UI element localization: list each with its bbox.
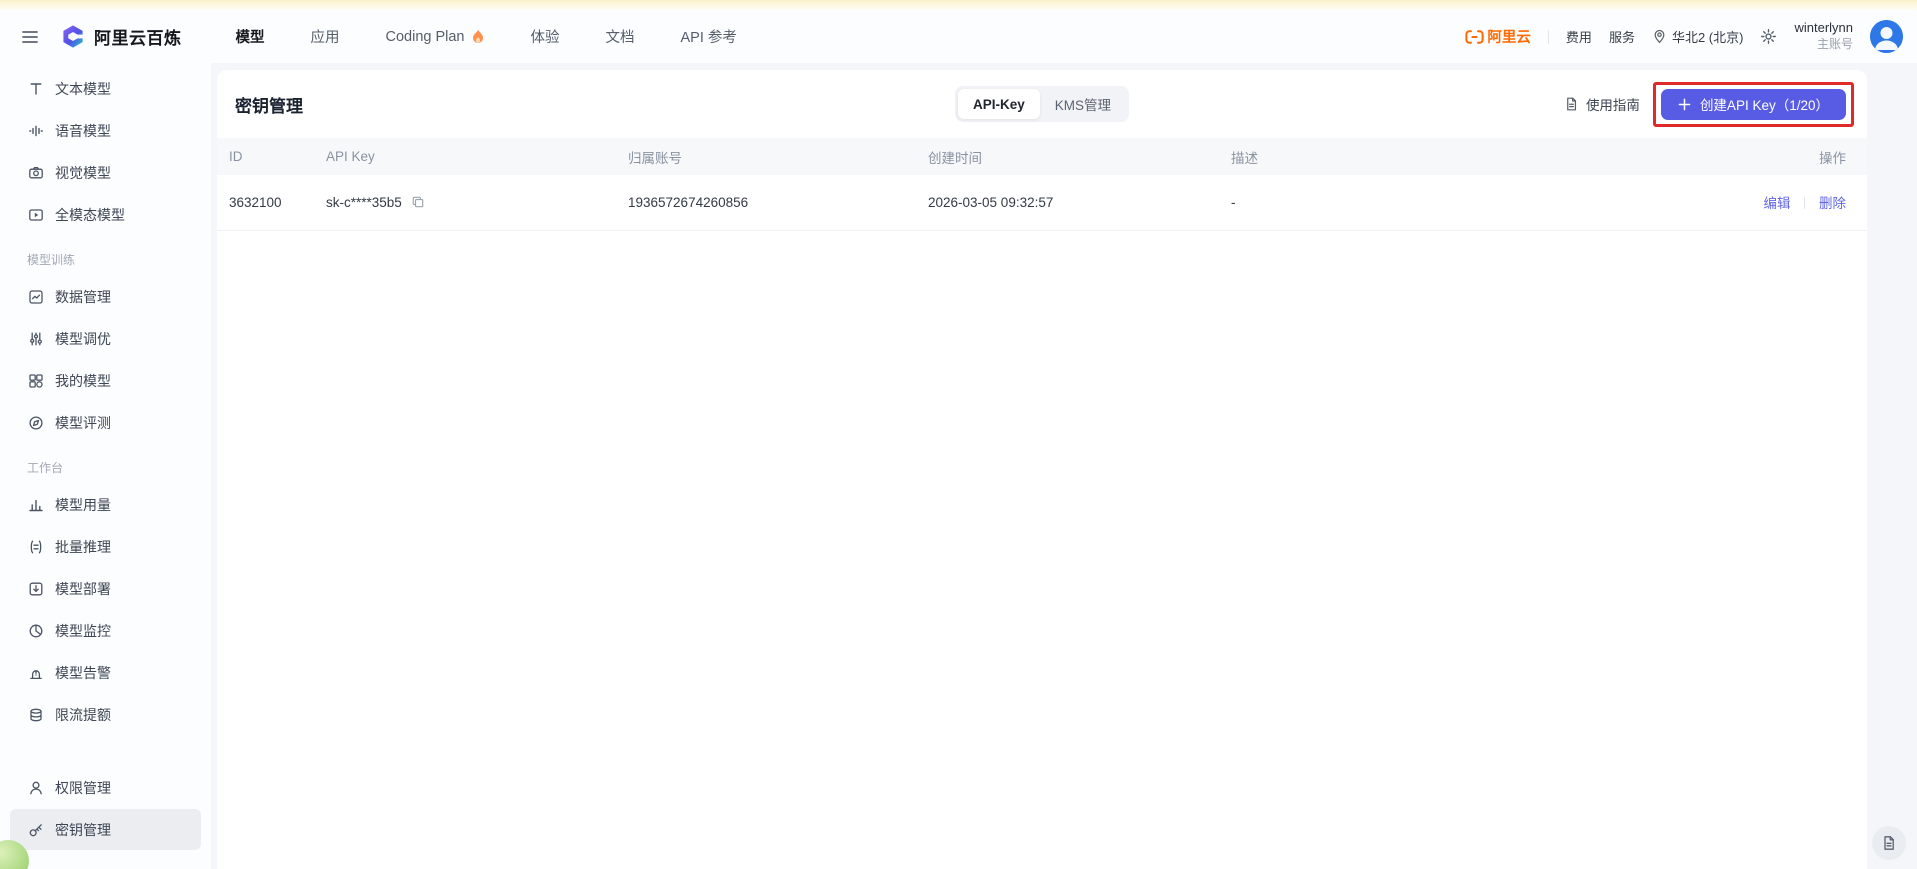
app-root: 阿里云百炼 模型 应用 Coding Plan 体验 文档 API 参考 阿里云…	[0, 0, 1917, 869]
region-selector[interactable]: 华北2 (北京)	[1652, 27, 1743, 46]
sidebar: 文本模型 语音模型 视觉模型 全模态模型 模型训练 数据管理 模型调优 我的模型…	[0, 63, 211, 869]
settings-gear-icon[interactable]	[1760, 28, 1777, 45]
sidebar-item-model-evaluation[interactable]: 模型评测	[10, 402, 201, 443]
user-name: winterlynn	[1794, 20, 1853, 36]
table-header: ID API Key 归属账号 创建时间 描述 操作	[217, 138, 1867, 175]
floating-doc-button[interactable]	[1872, 826, 1906, 860]
sidebar-item-key-management[interactable]: 密钥管理	[10, 809, 201, 850]
action-divider	[1804, 197, 1806, 210]
cell-account: 1936572674260856	[616, 175, 916, 231]
cell-description: -	[1219, 175, 1697, 231]
topbar-right: 阿里云 费用 服务 华北2 (北京) winterlynn 主账号	[1465, 20, 1903, 53]
key-icon	[27, 821, 44, 838]
app-title: 阿里云百炼	[94, 29, 182, 48]
aliyun-logo[interactable]: 阿里云	[1465, 26, 1531, 47]
bar-chart-icon	[27, 496, 44, 513]
person-icon	[27, 779, 44, 796]
cell-api-key: sk-c****35b5	[314, 175, 616, 231]
sidebar-item-model-usage[interactable]: 模型用量	[10, 484, 201, 525]
create-api-key-button[interactable]: 创建API Key（1/20）	[1660, 88, 1846, 120]
col-account: 归属账号	[616, 138, 916, 175]
nav-coding-plan[interactable]: Coding Plan	[386, 29, 485, 45]
sidebar-item-data-management[interactable]: 数据管理	[10, 276, 201, 317]
sidebar-item-model-monitoring[interactable]: 模型监控	[10, 610, 201, 651]
database-icon	[27, 706, 44, 723]
sidebar-group-workbench: 工作台	[27, 461, 64, 475]
body: 文本模型 语音模型 视觉模型 全模态模型 模型训练 数据管理 模型调优 我的模型…	[0, 63, 1917, 869]
header-actions: 使用指南 创建API Key（1/20）	[1564, 81, 1854, 127]
card-header: 密钥管理 API-Key KMS管理 使用指南 创建API Key（1/20）	[217, 70, 1867, 138]
cell-created: 2026-03-05 09:32:57	[916, 175, 1219, 231]
pie-chart-icon	[27, 622, 44, 639]
nav-models[interactable]: 模型	[236, 26, 265, 47]
sidebar-item-vision-model[interactable]: 视觉模型	[10, 152, 201, 193]
notification-banner-sliver	[0, 0, 1917, 10]
video-play-icon	[27, 206, 44, 223]
api-key-table: ID API Key 归属账号 创建时间 描述 操作 3632100 sk-c*…	[217, 138, 1867, 231]
primary-nav: 模型 应用 Coding Plan 体验 文档 API 参考	[236, 26, 737, 47]
tab-api-key[interactable]: API-Key	[957, 89, 1040, 119]
bailian-logo[interactable]: 阿里云百炼	[60, 24, 182, 50]
sidebar-item-permission-management[interactable]: 权限管理	[10, 767, 201, 808]
text-model-icon	[27, 80, 44, 97]
sidebar-item-model-deployment[interactable]: 模型部署	[10, 568, 201, 609]
copy-icon[interactable]	[411, 195, 425, 209]
billing-link[interactable]: 费用	[1566, 27, 1592, 46]
sliders-icon	[27, 330, 44, 347]
document-icon	[1564, 96, 1579, 112]
red-annotation-box: 创建API Key（1/20）	[1652, 81, 1854, 127]
cell-id: 3632100	[217, 175, 314, 231]
col-id: ID	[217, 138, 314, 175]
api-key-value: sk-c****35b5	[326, 194, 402, 210]
delete-link[interactable]: 删除	[1819, 196, 1846, 211]
alarm-icon	[27, 664, 44, 681]
plus-icon	[1678, 98, 1691, 111]
table-row: 3632100 sk-c****35b5 1936572674260856 20…	[217, 175, 1867, 231]
sidebar-item-model-tuning[interactable]: 模型调优	[10, 318, 201, 359]
hamburger-menu-icon[interactable]	[20, 26, 42, 48]
sidebar-group-model-training: 模型训练	[27, 253, 76, 267]
sidebar-item-rate-limits[interactable]: 限流提额	[10, 694, 201, 735]
services-link[interactable]: 服务	[1609, 27, 1635, 46]
avatar[interactable]	[1870, 20, 1903, 53]
key-management-card: 密钥管理 API-Key KMS管理 使用指南 创建API Key（1/20） …	[217, 70, 1867, 869]
camera-icon	[27, 164, 44, 181]
edit-link[interactable]: 编辑	[1763, 196, 1790, 211]
batch-braces-icon	[27, 538, 44, 555]
nav-api-reference[interactable]: API 参考	[681, 26, 737, 47]
col-description: 描述	[1219, 138, 1697, 175]
user-account[interactable]: winterlynn 主账号	[1794, 20, 1853, 52]
key-type-tabs: API-Key KMS管理	[954, 86, 1130, 122]
col-created: 创建时间	[916, 138, 1219, 175]
col-actions: 操作	[1697, 138, 1867, 175]
grid-icon	[27, 372, 44, 389]
topbar: 阿里云百炼 模型 应用 Coding Plan 体验 文档 API 参考 阿里云…	[0, 10, 1917, 63]
nav-playground[interactable]: 体验	[531, 26, 560, 47]
user-role: 主账号	[1816, 37, 1853, 52]
waveform-icon	[27, 122, 44, 139]
chart-box-icon	[27, 288, 44, 305]
content-area: 密钥管理 API-Key KMS管理 使用指南 创建API Key（1/20） …	[211, 63, 1917, 869]
sidebar-item-speech-model[interactable]: 语音模型	[10, 110, 201, 151]
bailian-logo-icon	[60, 24, 86, 50]
col-api-key: API Key	[314, 138, 616, 175]
sidebar-item-batch-inference[interactable]: 批量推理	[10, 526, 201, 567]
sidebar-item-model-alerts[interactable]: 模型告警	[10, 652, 201, 693]
nav-apps[interactable]: 应用	[311, 26, 340, 47]
compass-icon	[27, 414, 44, 431]
sidebar-item-my-models[interactable]: 我的模型	[10, 360, 201, 401]
deploy-box-icon	[27, 580, 44, 597]
cell-actions: 编辑 删除	[1697, 175, 1867, 231]
nav-docs[interactable]: 文档	[606, 26, 635, 47]
tab-kms[interactable]: KMS管理	[1040, 89, 1126, 119]
sidebar-item-text-model[interactable]: 文本模型	[10, 68, 201, 109]
flame-icon	[471, 29, 485, 45]
page-title: 密钥管理	[235, 96, 303, 116]
sidebar-item-omni-model[interactable]: 全模态模型	[10, 194, 201, 235]
location-pin-icon	[1652, 29, 1667, 44]
usage-guide-link[interactable]: 使用指南	[1564, 94, 1640, 114]
divider	[1547, 29, 1549, 44]
